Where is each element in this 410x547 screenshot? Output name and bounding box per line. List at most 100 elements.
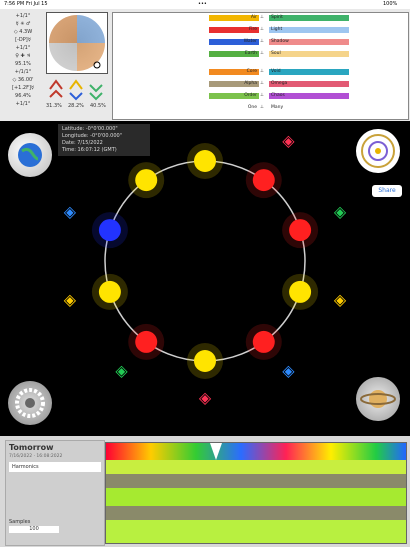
samples-input[interactable]: 100	[9, 526, 59, 533]
list-item[interactable]: Harmonics	[9, 462, 101, 472]
divider-icon: ⊥	[260, 81, 264, 86]
right-element-bar: Light	[269, 27, 349, 33]
right-element-bar: Shadow	[269, 39, 349, 45]
bottom-panel: Tomorrow 7/16/2022 · 16:08:2022 Harmonic…	[0, 436, 410, 547]
divider-icon: ⊥	[260, 69, 264, 74]
date-text: Date: 7/15/2022	[62, 140, 103, 146]
right-element-bar: Void	[269, 69, 349, 75]
element-row: One ⊥ Many	[115, 105, 406, 111]
readout: 96.4%	[15, 93, 31, 99]
left-element-bar: Alpha	[209, 81, 259, 87]
percent-label: 40.5%	[90, 103, 106, 109]
list-item-label: Harmonics	[12, 464, 39, 470]
element-row: Fire ⊥ Light	[115, 27, 406, 33]
divider-icon: ⊥	[260, 15, 264, 20]
node-circle[interactable]	[135, 330, 158, 353]
divider-icon: ⊥	[260, 27, 264, 32]
divider-icon: ⊥	[260, 51, 264, 56]
left-element-bar: Earth	[209, 51, 259, 57]
glyph-icon: ◈	[334, 290, 347, 309]
status-dots: •••	[198, 1, 207, 7]
readout: 95.1%	[15, 61, 31, 67]
readout: [-DP]☿	[15, 37, 31, 43]
status-date: Fri Jul 15	[26, 1, 48, 7]
right-element-bar: Omega	[269, 81, 349, 87]
symbol-icon: ☿ ✳ ♂	[15, 21, 31, 27]
glyph-icon: ◈	[334, 202, 347, 221]
glyph-icon: ◈	[282, 361, 295, 380]
longitude-text: Longitude: -0°0'00.000"	[62, 133, 122, 139]
status-time: 7:56 PM	[4, 1, 25, 7]
timeline-sidebar: Tomorrow 7/16/2022 · 16:08:2022 Harmonic…	[5, 440, 105, 546]
mandala-button[interactable]	[356, 129, 400, 173]
samples-label: Samples	[9, 519, 31, 525]
divider-icon: ⊥	[260, 39, 264, 44]
share-label: Share	[378, 187, 396, 194]
percent-label: 28.2%	[68, 103, 84, 109]
node-circle[interactable]	[98, 219, 121, 242]
divider-icon: ⊥	[260, 93, 264, 98]
right-element-bar: Spirit	[269, 15, 349, 21]
settings-button[interactable]	[8, 381, 52, 425]
color-wheel-graphic	[49, 15, 105, 71]
left-element-bar: Water	[209, 39, 259, 45]
divider-icon: ⊥	[260, 105, 264, 110]
battery-text: 100%	[383, 1, 398, 7]
element-table: Air ⊥ Spirit Fire ⊥ Light Water ⊥ Shadow Earth ⊥ So…	[112, 12, 409, 120]
time-text: Time: 16:07:12 (GMT)	[62, 147, 117, 153]
harmonic-wheel-graphic: ◈◈◈◈◈◈◈◈◈◈	[64, 121, 347, 407]
node-circle[interactable]	[98, 280, 121, 303]
element-row: Water ⊥ Shadow	[115, 39, 406, 45]
right-element-bar: Soul	[269, 51, 349, 57]
node-circle[interactable]	[194, 150, 216, 172]
element-row: Air ⊥ Spirit	[115, 15, 406, 21]
share-button[interactable]: Share	[372, 185, 402, 197]
element-symbols: 31.3% 28.2% 40.5%	[46, 75, 110, 117]
earth-location-button[interactable]	[8, 133, 52, 177]
readout: +1/1°	[15, 101, 31, 107]
element-row: Order ⊥ Chaos	[115, 93, 406, 99]
readout: [+1.2F]☿	[12, 85, 34, 91]
location-info: Latitude: -0°0'00.000" Longitude: -0°0'0…	[58, 124, 150, 156]
gear-icon	[15, 388, 45, 418]
node-circle[interactable]	[252, 169, 275, 192]
glyph-icon: ◈	[64, 202, 77, 221]
glyph-icon: ◈	[64, 290, 77, 309]
left-element-bar: Core	[209, 69, 259, 75]
spectrogram-view[interactable]	[105, 442, 407, 544]
readout: ◇ 36.00'	[12, 77, 34, 83]
left-element-bar: Fire	[209, 27, 259, 33]
timeline-title: Tomorrow	[9, 443, 54, 452]
glyph-icon: ◈	[115, 361, 128, 380]
node-circle[interactable]	[289, 280, 312, 303]
node-circle[interactable]	[194, 350, 216, 372]
node-circle[interactable]	[289, 219, 312, 242]
left-element-bar: One	[209, 105, 259, 111]
left-element-bar: Air	[209, 15, 259, 21]
readout: +1/1°	[15, 45, 31, 51]
visualization-canvas[interactable]: ◈◈◈◈◈◈◈◈◈◈ Latitude: -0°0'00.000" Longit…	[0, 121, 410, 436]
latitude-text: Latitude: -0°0'00.000"	[62, 126, 118, 132]
glyph-icon: ◈	[282, 131, 295, 150]
node-circle[interactable]	[252, 330, 275, 353]
node-circle[interactable]	[135, 169, 158, 192]
element-row: Alpha ⊥ Omega	[115, 81, 406, 87]
right-element-bar: Many	[269, 105, 349, 111]
element-row: Core ⊥ Void	[115, 69, 406, 75]
left-element-bar: Order	[209, 93, 259, 99]
globe-icon	[18, 143, 42, 167]
saturn-icon	[360, 390, 396, 408]
spectrogram-graphic	[106, 443, 406, 543]
readout: +1/1°	[15, 13, 31, 19]
planets-button[interactable]	[356, 377, 400, 421]
color-wheel[interactable]	[46, 12, 108, 74]
left-readouts: +1/1° ☿ ✳ ♂ ◇ 4.3W [-DP]☿ +1/1° ♀ ✚ ♃ 95…	[3, 12, 43, 108]
glyph-icon: ◈	[199, 121, 212, 123]
timeline-subtitle: 7/16/2022 · 16:08:2022	[9, 454, 63, 459]
right-element-bar: Chaos	[269, 93, 349, 99]
element-row: Earth ⊥ Soul	[115, 51, 406, 57]
mandala-icon	[361, 134, 395, 168]
top-panel: +1/1° ☿ ✳ ♂ ◇ 4.3W [-DP]☿ +1/1° ♀ ✚ ♃ 95…	[0, 9, 410, 121]
glyph-icon: ◈	[199, 388, 212, 407]
status-bar: 7:56 PM Fri Jul 15 ••• 100%	[0, 0, 410, 9]
